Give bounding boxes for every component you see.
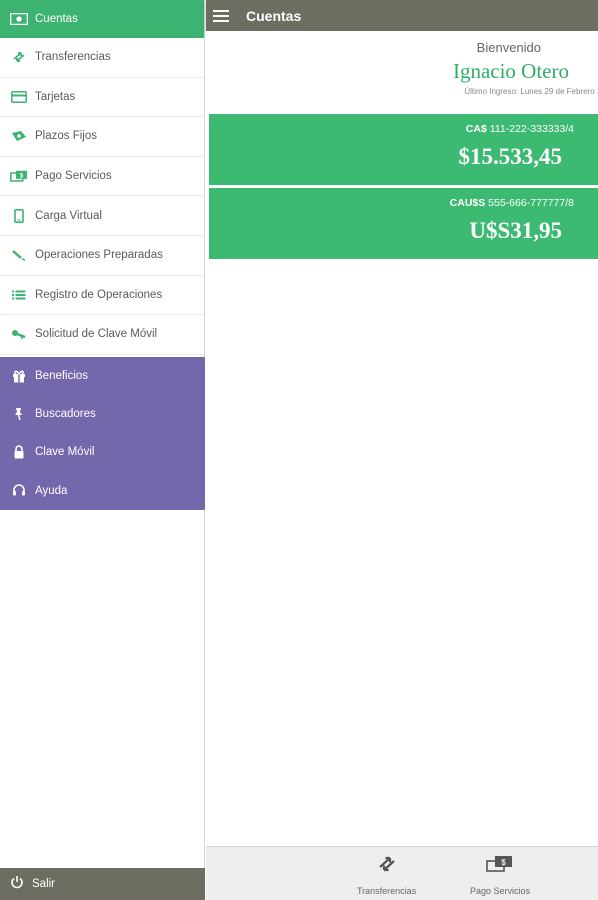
sidebar-item-label: Buscadores	[35, 408, 96, 421]
logout-label: Salir	[32, 878, 56, 890]
sidebar-item-clave-movil[interactable]: Clave Móvil	[0, 433, 205, 471]
user-name: Ignacio Otero	[452, 59, 569, 83]
shortcut-label: Pago Servicios	[470, 886, 531, 896]
sidebar-item-cuentas[interactable]: Cuentas	[0, 0, 204, 38]
page-title: Cuentas	[246, 7, 302, 24]
sidebar-item-beneficios[interactable]: Beneficios	[0, 357, 205, 395]
account-number: 111-222-333333/4	[489, 123, 574, 135]
lock-icon	[10, 443, 28, 461]
sidebar-item-operaciones-preparadas[interactable]: Operaciones Preparadas	[0, 236, 204, 276]
welcome-text: Bienvenido	[476, 40, 541, 55]
account-number: 555-666-777777/8	[488, 197, 574, 209]
pin-icon	[10, 405, 28, 423]
bill-icon: $	[10, 167, 28, 185]
sidebar-item-label: Beneficios	[35, 370, 89, 383]
top-app-bar: Cuentas	[206, 0, 598, 31]
hamburger-icon[interactable]	[213, 9, 229, 22]
app: Cuentas Transferencias Tarjetas Plazos F…	[0, 0, 598, 900]
sidebar-item-ayuda[interactable]: Ayuda	[0, 472, 205, 510]
sidebar-item-transferencias[interactable]: Transferencias	[0, 38, 204, 78]
account-number-line: CA$ 111-222-333333/4	[466, 123, 574, 135]
sidebar-item-solicitud-clave[interactable]: Solicitud de Clave Móvil	[0, 315, 204, 355]
account-card[interactable]: CAU$S 555-666-777777/8 U$S31,95	[209, 188, 598, 259]
sidebar-item-label: Ayuda	[35, 484, 68, 497]
pen-icon	[10, 246, 28, 264]
shortcut-pago-servicios[interactable]: $ Pago Servicios	[470, 855, 530, 896]
headset-icon	[10, 482, 28, 500]
sidebar-item-pago-servicios[interactable]: $ Pago Servicios	[0, 157, 204, 197]
sidebar-item-label: Plazos Fijos	[35, 130, 97, 143]
sidebar-item-label: Operaciones Preparadas	[35, 249, 163, 262]
transfer-icon	[10, 48, 28, 66]
bottom-shortcut-bar: Transferencias $ Pago Servicios	[206, 846, 598, 900]
money-icon	[10, 127, 28, 145]
last-login-text: Último Ingreso: Lunes 29 de Febrero 10:2…	[464, 87, 598, 96]
account-type: CAU$S	[449, 197, 486, 209]
sidebar: Cuentas Transferencias Tarjetas Plazos F…	[0, 0, 205, 900]
card-icon	[10, 88, 28, 106]
bill-icon: $	[486, 855, 514, 878]
cash-icon	[10, 10, 28, 28]
svg-text:$: $	[501, 858, 506, 867]
sidebar-item-label: Carga Virtual	[35, 209, 102, 222]
sidebar-item-registro-operaciones[interactable]: Registro de Operaciones	[0, 276, 204, 316]
sidebar-item-label: Transferencias	[35, 51, 111, 64]
sidebar-item-label: Tarjetas	[35, 90, 76, 103]
sidebar-item-tarjetas[interactable]: Tarjetas	[0, 78, 204, 118]
account-number-line: CAU$S 555-666-777777/8	[450, 197, 574, 209]
sidebar-item-buscadores[interactable]: Buscadores	[0, 395, 205, 433]
shortcut-label: Transferencias	[357, 886, 417, 896]
sidebar-item-label: Clave Móvil	[35, 446, 95, 459]
shortcut-transferencias[interactable]: Transferencias	[357, 855, 416, 896]
sidebar-item-carga-virtual[interactable]: Carga Virtual	[0, 196, 204, 236]
logout-button[interactable]: Salir	[0, 868, 205, 900]
sidebar-secondary-section: Beneficios Buscadores Clave Móvil Ayuda	[0, 357, 205, 510]
account-type: CA$	[465, 123, 487, 135]
key-icon	[10, 325, 28, 343]
list-icon	[10, 286, 28, 304]
sidebar-item-label: Solicitud de Clave Móvil	[35, 328, 158, 341]
sidebar-item-label: Registro de Operaciones	[35, 288, 163, 301]
gift-icon	[10, 367, 28, 385]
main-content: Bienvenido Ignacio Otero Último Ingreso:…	[206, 31, 598, 846]
account-card[interactable]: CA$ 111-222-333333/4 $15.533,45	[209, 114, 598, 185]
power-icon	[10, 875, 24, 894]
account-balance: U$S31,95	[469, 218, 562, 243]
sidebar-item-label: Cuentas	[35, 13, 78, 25]
sidebar-item-plazos-fijos[interactable]: Plazos Fijos	[0, 117, 204, 157]
sidebar-item-label: Pago Servicios	[35, 170, 112, 183]
phone-icon	[10, 207, 28, 225]
transfer-icon	[377, 855, 397, 878]
account-balance: $15.533,45	[458, 144, 563, 169]
